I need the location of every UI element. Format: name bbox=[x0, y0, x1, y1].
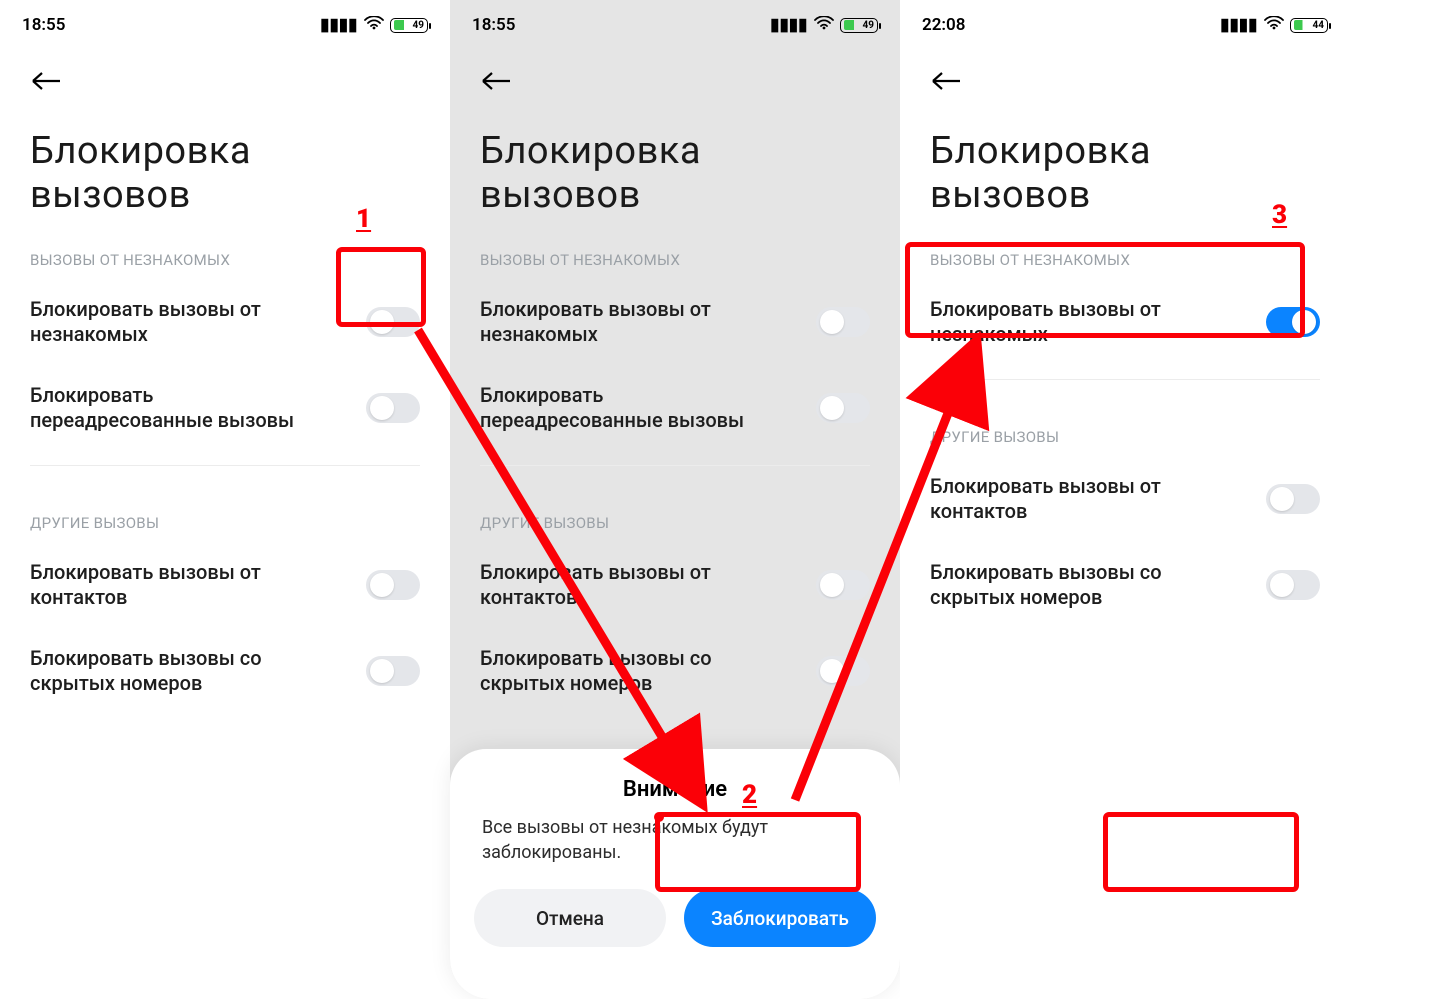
annotation-arrows bbox=[0, 0, 1440, 999]
tutorial-three-phones: { "annotations": { "n1": "1", "n2": "2",… bbox=[0, 0, 1440, 999]
